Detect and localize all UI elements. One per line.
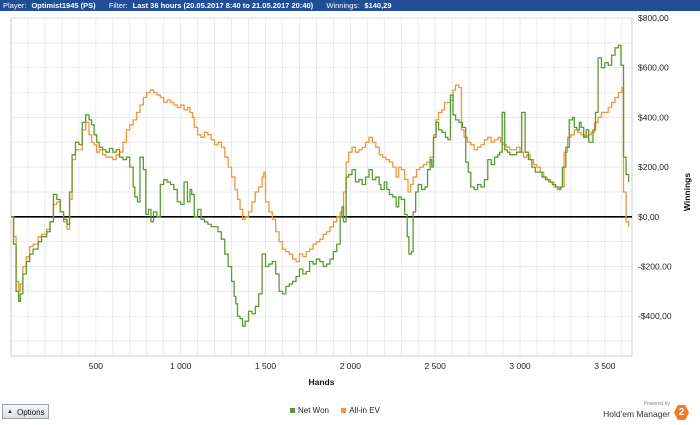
brand-name: Hold'em Manager [603,409,670,419]
x-tick-label: 500 [89,361,103,371]
y-tick-label: $0,00 [638,212,660,222]
legend-item-all-in-ev[interactable]: All-in EV [341,406,380,415]
powered-by-text: Powered by [643,401,670,407]
winnings-label: Winnings: [326,1,360,10]
y-tick-label: $200,00 [638,162,669,172]
brand: Powered by Hold'em Manager 2 [562,401,692,425]
legend-swatch-all-in-ev [341,408,347,414]
winnings-value: $140,29 [364,1,392,10]
filter-label: Filter: [108,1,128,10]
plot-frame [10,17,633,357]
options-button[interactable]: ▲ Options [2,404,49,419]
player-label: Player: [3,1,27,10]
footer: ▲ Options Net Won All-in EV Powered by H… [0,401,700,425]
y-tick-label: $400,00 [638,112,669,122]
winnings-chart[interactable]: 500 1 000 1 500 2 000 2 500 3 000 3 500 $800,00… [0,11,700,401]
player-value: Optimist1945 (PS) [31,1,96,10]
legend-label-net-won: Net Won [298,406,329,415]
collapse-arrow-icon: ▲ [7,409,13,415]
y-axis-title: Winnings [682,173,692,211]
legend-item-net-won[interactable]: Net Won [290,406,329,415]
x-tick-label: 2 000 [340,361,362,371]
y-tick-label: $800,00 [638,13,669,23]
options-label: Options [17,408,45,417]
x-axis-title: Hands [309,377,335,387]
legend-swatch-net-won [290,408,295,414]
chart-legend: Net Won All-in EV [290,406,390,415]
title-bar: Player: Optimist1945 (PS) Filter: Last 3… [0,0,700,11]
filter-value: Last 36 hours (20.05.2017 8:40 to 21.05.… [132,1,314,10]
x-tick-label: 1 500 [255,361,277,371]
hem2-logo-icon: 2 [674,405,689,420]
y-tick-label: -$400,00 [638,311,672,321]
grid-layer [10,17,633,357]
x-tick-label: 3 500 [594,361,616,371]
x-tick-label: 1 000 [170,361,192,371]
legend-label-all-in-ev: All-in EV [349,406,380,415]
x-tick-label: 3 000 [509,361,531,371]
chart-area[interactable]: 500 1 000 1 500 2 000 2 500 3 000 3 500 $800,00… [0,11,700,401]
x-tick-label: 2 500 [425,361,447,371]
y-tick-label: $600,00 [638,63,669,73]
y-tick-label: -$200,00 [638,262,672,272]
